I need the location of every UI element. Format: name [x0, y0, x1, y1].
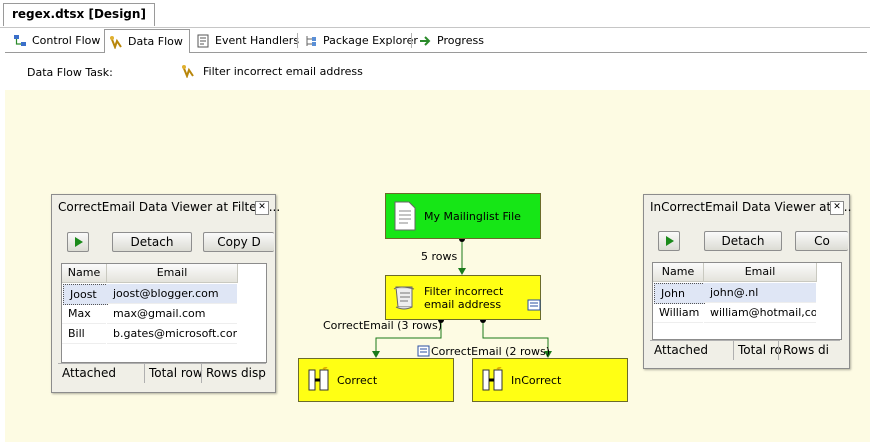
status-attached: Attached — [654, 343, 708, 357]
cell-email: b.gates@microsoft.com — [107, 324, 237, 344]
status-attached: Attached — [62, 366, 116, 380]
cell-name: John — [654, 283, 705, 304]
status-total-rows: Total ro — [733, 341, 782, 360]
incorrect-destination-component[interactable]: InCorrect — [472, 358, 628, 402]
flat-file-source-icon — [392, 201, 418, 231]
column-header-name[interactable]: Name — [653, 263, 704, 282]
status-rows-displayed: Rows disp — [201, 364, 266, 383]
status-rows-displayed: Rows di — [778, 341, 829, 360]
data-viewer-window-incorrect[interactable]: InCorrectEmail Data Viewer at F... ✕ Det… — [643, 194, 852, 369]
copy-data-button[interactable]: Copy D — [203, 232, 274, 252]
close-icon[interactable]: ✕ — [830, 201, 844, 215]
column-header-email[interactable]: Email — [704, 263, 817, 282]
status-bar: Attached Total row Rows disp — [58, 363, 266, 383]
detach-button[interactable]: Detach — [704, 231, 782, 251]
path-label-incorrect: CorrectEmail (2 rows) — [431, 345, 550, 358]
cell-email: max@gmail.com — [107, 304, 237, 324]
cell-name: Max — [62, 304, 106, 324]
path-source-to-filter[interactable] — [458, 236, 466, 275]
data-viewer-icon — [527, 298, 541, 312]
script-component-icon — [392, 283, 418, 313]
column-header-name[interactable]: Name — [62, 264, 107, 283]
cell-name: William — [653, 303, 703, 323]
recordset-destination-icon — [307, 366, 331, 393]
cell-name: Joost — [63, 284, 108, 305]
data-grid[interactable]: Name Email Joost joost@blogger.com Max m… — [61, 263, 267, 363]
column-header-email[interactable]: Email — [107, 264, 238, 283]
copy-data-button[interactable]: Co — [795, 231, 848, 251]
component-label: Correct — [337, 373, 378, 387]
component-label: InCorrect — [511, 373, 562, 387]
cell-email: john@.nl — [704, 283, 816, 303]
status-total-rows: Total row — [144, 364, 203, 383]
correct-destination-component[interactable]: Correct — [298, 358, 454, 402]
play-button[interactable] — [658, 231, 680, 251]
viewer-title: InCorrectEmail Data Viewer at F... — [650, 200, 852, 214]
data-viewer-window-correct[interactable]: CorrectEmail Data Viewer at Filter i... … — [51, 194, 280, 393]
cell-name: Bill — [62, 324, 106, 344]
component-label: My Mailinglist File — [424, 209, 521, 223]
path-label-rows: 5 rows — [421, 250, 458, 263]
cell-email: william@hotmail,com — [704, 303, 816, 323]
play-button[interactable] — [67, 232, 89, 252]
source-component[interactable]: My Mailinglist File — [385, 193, 541, 239]
data-grid[interactable]: Name Email John john@.nl William william… — [652, 262, 842, 340]
filter-component[interactable]: Filter incorrect email address — [385, 275, 541, 320]
detach-button[interactable]: Detach — [112, 232, 192, 252]
cell-email: joost@blogger.com — [107, 284, 237, 304]
component-label: Filter incorrect email address — [424, 284, 504, 311]
path-label-correct: CorrectEmail (3 rows) — [323, 319, 442, 332]
close-icon[interactable]: ✕ — [255, 201, 269, 215]
recordset-destination-icon — [481, 366, 505, 393]
viewer-title: CorrectEmail Data Viewer at Filter i... — [58, 200, 281, 214]
data-viewer-icon — [417, 345, 430, 357]
status-bar: Attached Total ro Rows di — [650, 340, 840, 360]
